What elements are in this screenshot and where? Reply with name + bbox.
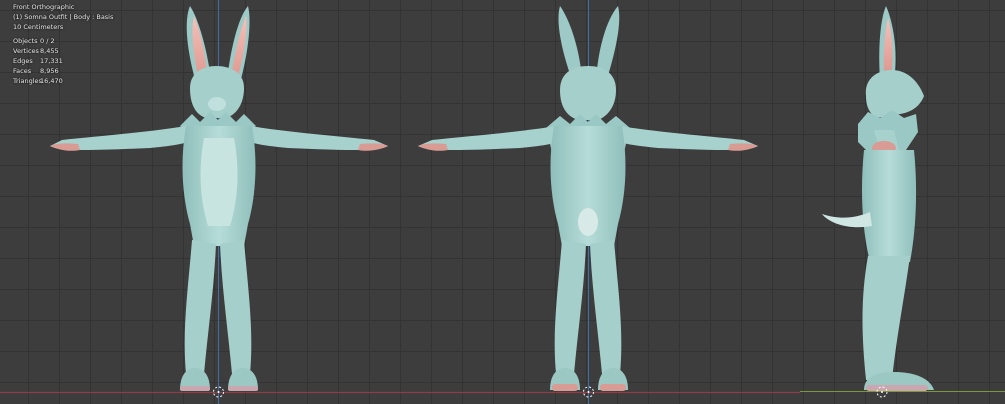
- stat-label: Edges: [13, 57, 33, 65]
- left-foot-pads: [180, 386, 210, 391]
- stat-row-triangles: Triangles 16,470: [13, 76, 113, 86]
- back-right-hand-pads: [728, 143, 758, 151]
- stat-label: Faces: [13, 67, 32, 75]
- stat-label: Triangles: [13, 77, 42, 85]
- stat-value: 8,956: [40, 67, 59, 75]
- grid-scale: 10 Centimeters: [13, 23, 64, 31]
- back-head: [560, 66, 616, 120]
- stat-row-edges: Edges 17,331: [13, 56, 113, 66]
- object-info: (1) Somna Outfit | Body : Basis: [13, 13, 114, 21]
- snout: [208, 97, 226, 111]
- stat-label: Objects: [13, 37, 38, 45]
- tail: [578, 208, 598, 236]
- back-left-leg: [554, 240, 586, 374]
- scene-canvas[interactable]: [0, 0, 1005, 404]
- back-right-leg: [590, 240, 622, 374]
- belly: [200, 138, 238, 226]
- view-name: Front Orthographic: [13, 3, 75, 11]
- side-head: [865, 70, 924, 118]
- side-tail: [822, 212, 872, 228]
- side-leg: [862, 256, 910, 380]
- stat-value: 0 / 2: [40, 37, 55, 45]
- side-view: [822, 6, 934, 398]
- viewport-info-overlay: Front Orthographic (1) Somna Outfit | Bo…: [13, 2, 113, 86]
- stat-value: 16,470: [40, 77, 63, 85]
- left-hand-pads: [50, 143, 80, 151]
- back-left-heel: [552, 384, 578, 391]
- stat-value: 17,331: [40, 57, 63, 65]
- left-leg: [184, 240, 216, 374]
- stat-row-vertices: Vertices 8,455: [13, 46, 113, 56]
- back-left-hand-pads: [418, 143, 448, 151]
- right-leg: [220, 240, 252, 374]
- stat-value: 8,455: [40, 47, 59, 55]
- 3d-viewport[interactable]: Front Orthographic (1) Somna Outfit | Bo…: [0, 0, 1005, 404]
- stat-row-faces: Faces 8,956: [13, 66, 113, 76]
- stat-row-objects: Objects 0 / 2: [13, 36, 113, 46]
- stat-label: Vertices: [13, 47, 39, 55]
- right-foot-pads: [228, 386, 258, 391]
- back-right-heel: [600, 384, 626, 391]
- side-torso: [862, 150, 917, 262]
- side-foot-pads: [866, 385, 928, 391]
- right-hand-pads: [358, 143, 388, 151]
